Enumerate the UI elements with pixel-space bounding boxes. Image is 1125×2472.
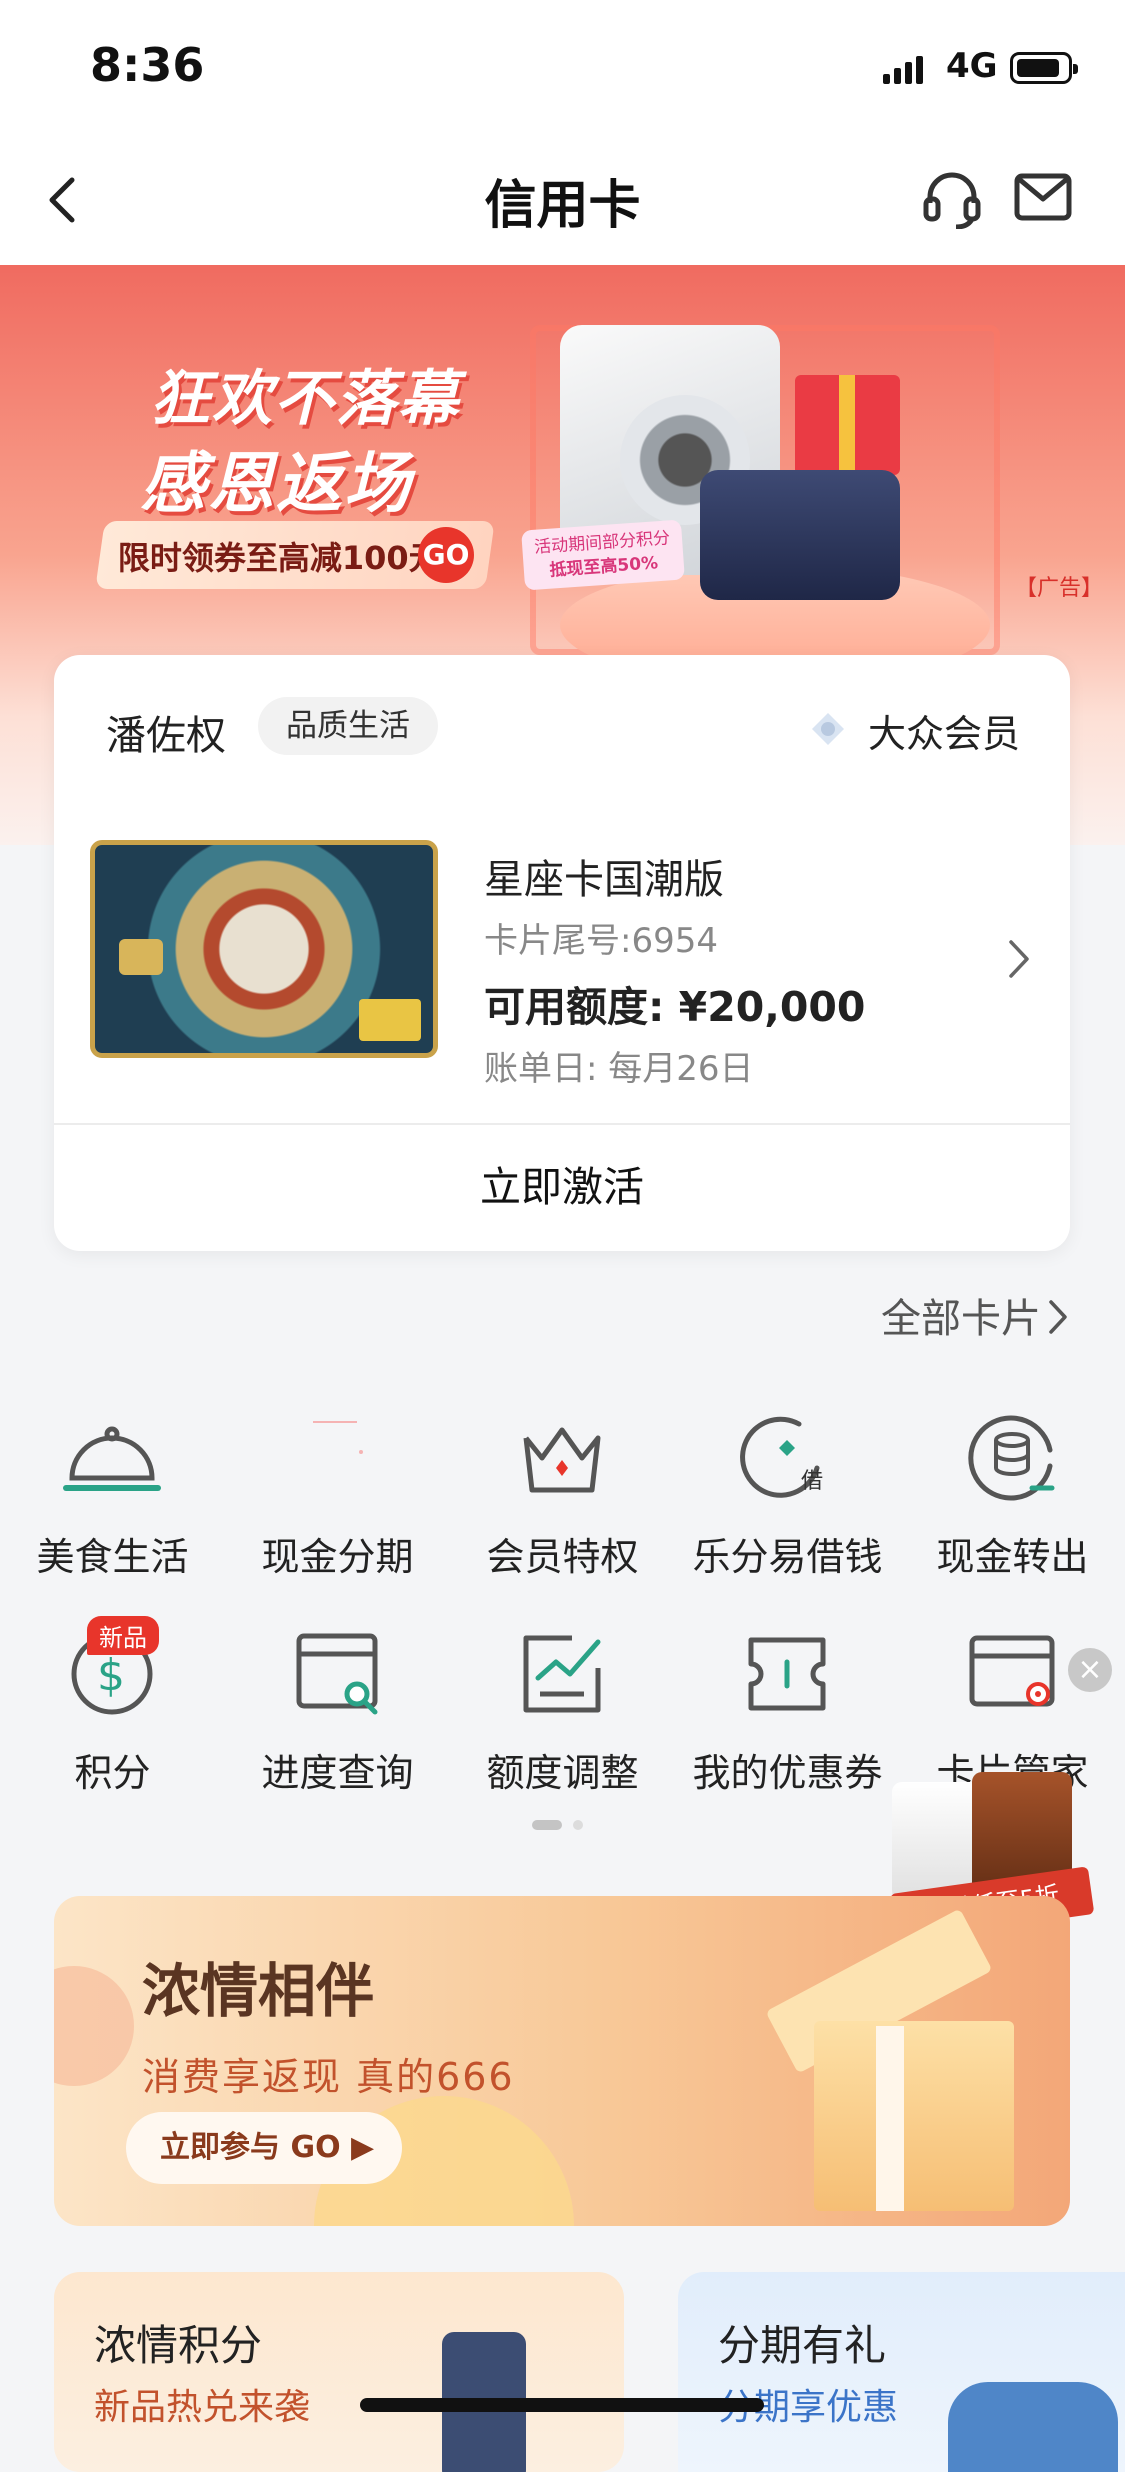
- menu-label: 乐分易借钱: [692, 1535, 883, 1579]
- card-manager-icon: [969, 1635, 1055, 1707]
- chevron-right-icon[interactable]: [1006, 937, 1032, 981]
- menu-item-food-life[interactable]: 美食生活: [0, 1408, 225, 1588]
- member-diamond-icon: [812, 713, 844, 745]
- credit-card-panel: 潘佐权 品质生活 大众会员 星座卡国潮版 卡片尾号:6954 可用额度: ¥20…: [54, 655, 1070, 1251]
- card-tag: 品质生活: [258, 697, 438, 755]
- sub-card-title: 分期有礼: [718, 2321, 887, 2370]
- status-bar: 8:36 4G: [0, 0, 1125, 135]
- promo-card-companion[interactable]: 浓情相伴 消费享返现 真的666 立即参与 GO ▶: [54, 1896, 1070, 2226]
- menu-label: 额度调整: [486, 1751, 639, 1795]
- svg-text:借: 借: [801, 1469, 823, 1494]
- unionpay-logo: [359, 999, 421, 1041]
- menu-label: 积分: [74, 1751, 151, 1795]
- bill-day: 账单日: 每月26日: [484, 1049, 754, 1089]
- headset-icon[interactable]: [922, 167, 982, 229]
- promo-join-button[interactable]: 立即参与 GO ▶: [126, 2112, 402, 2184]
- cash-out-icon: [968, 1415, 1055, 1501]
- menu-label: 美食生活: [36, 1535, 189, 1579]
- menu-item-my-coupons[interactable]: 我的优惠券: [675, 1624, 900, 1804]
- status-time: 8:36: [90, 38, 205, 92]
- crown-icon: [523, 1427, 601, 1493]
- mail-icon[interactable]: [1014, 173, 1072, 221]
- sub-card-subtitle: 新品热兑来袭: [94, 2387, 311, 2428]
- banner-sticker: 活动期间部分积分 抵现至高50%: [521, 519, 685, 591]
- menu-label: 现金转出: [936, 1535, 1089, 1579]
- member-level[interactable]: 大众会员: [868, 703, 1020, 758]
- menu-label: 我的优惠券: [692, 1751, 883, 1795]
- quick-menu-row-1: 美食生活 现金分期 会员特权 借 乐分易借钱 现金转出: [0, 1408, 1125, 1588]
- card-owner-name: 潘佐权: [106, 713, 226, 759]
- electric-grill-image: [700, 470, 900, 600]
- promo-subtitle: 消费享返现 真的666: [142, 2055, 515, 2099]
- menu-label: 进度查询: [261, 1751, 414, 1795]
- promo-title: 浓情相伴: [142, 1957, 375, 2025]
- card-image[interactable]: [90, 840, 438, 1058]
- banner-coupon-text: 限时领券至高减100元: [117, 539, 441, 577]
- coupon-icon: [748, 1637, 826, 1711]
- page-indicator: [532, 1820, 583, 1830]
- menu-item-progress-query[interactable]: 进度查询: [225, 1624, 450, 1804]
- card-name: 星座卡国潮版: [484, 857, 724, 903]
- menu-item-member-privilege[interactable]: 会员特权: [450, 1408, 675, 1588]
- limit-adjust-icon: [523, 1635, 601, 1713]
- card-chip: [119, 939, 163, 975]
- banner-go-button[interactable]: GO: [418, 527, 474, 583]
- menu-item-cash-transfer[interactable]: 现金转出: [900, 1408, 1125, 1588]
- car-image: [948, 2382, 1118, 2472]
- available-limit: 可用额度: ¥20,000: [484, 983, 866, 1031]
- gift-box-image: [814, 2021, 1014, 2211]
- activate-button[interactable]: 立即激活: [54, 1123, 1070, 1251]
- battery-icon: [1010, 52, 1078, 84]
- borrow-icon: 借: [740, 1416, 823, 1498]
- cloche-icon: [63, 1426, 161, 1491]
- promo-decor-circle: [54, 1966, 134, 2086]
- network-type: 4G: [946, 46, 998, 86]
- new-badge: 新品: [87, 1616, 159, 1655]
- gift-box-image: [795, 375, 900, 475]
- installment-icon: [313, 1421, 363, 1454]
- menu-item-borrow[interactable]: 借 乐分易借钱: [675, 1408, 900, 1588]
- gift-ribbon-image: [876, 2026, 904, 2211]
- banner-headline-1: 狂欢不落幕: [150, 364, 460, 434]
- menu-label: 会员特权: [486, 1535, 639, 1579]
- close-float-ad-button[interactable]: ×: [1068, 1648, 1112, 1692]
- sub-card-title: 浓情积分: [94, 2321, 263, 2370]
- progress-search-icon: [296, 1633, 378, 1715]
- chevron-right-icon[interactable]: [1047, 1298, 1069, 1336]
- menu-label: 现金分期: [261, 1535, 414, 1579]
- menu-item-points[interactable]: $ 新品 积分: [0, 1616, 225, 1804]
- sub-card-installment[interactable]: 分期有礼 分期享优惠: [678, 2272, 1125, 2472]
- ad-label: 【广告】: [1015, 576, 1104, 601]
- card-tail-number: 卡片尾号:6954: [484, 921, 718, 961]
- svg-text:$: $: [97, 1650, 125, 1701]
- signal-icon: [883, 56, 923, 84]
- all-cards-link[interactable]: 全部卡片: [881, 1286, 1041, 1344]
- nav-bar: 信用卡: [0, 135, 1125, 265]
- menu-item-cash-installment[interactable]: 现金分期: [225, 1408, 450, 1588]
- banner-headline-2: 感恩返场: [140, 445, 412, 522]
- menu-item-limit-adjust[interactable]: 额度调整: [450, 1624, 675, 1804]
- sub-card-points[interactable]: 浓情积分 新品热兑来袭: [54, 2272, 624, 2472]
- home-indicator[interactable]: [360, 2398, 764, 2412]
